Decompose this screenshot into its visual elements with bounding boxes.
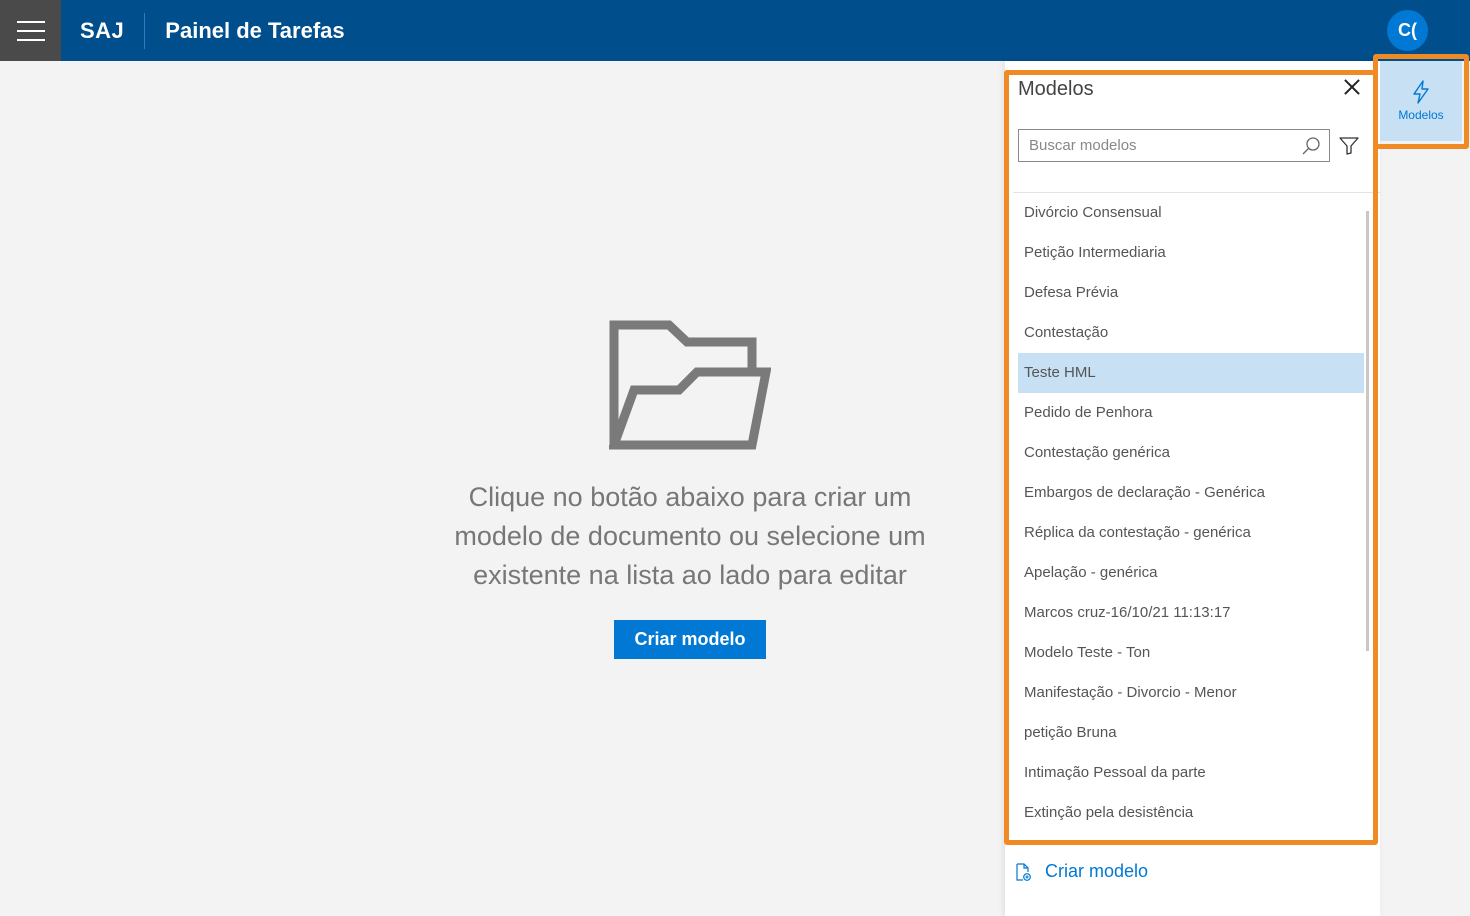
models-panel: Modelos Divórcio ConsensualPetição Inter… <box>1005 61 1380 916</box>
new-document-icon <box>1016 862 1031 881</box>
search-box <box>1018 129 1330 162</box>
create-model-link-label: Criar modelo <box>1045 861 1149 881</box>
model-list-item[interactable]: Modelo Teste - Ton <box>1018 633 1364 673</box>
model-list-item[interactable]: Manifestação - Divorcio - Menor <box>1018 673 1364 713</box>
model-list-item[interactable]: Réplica da contestação - genérica <box>1018 513 1364 553</box>
rail-models-label: Modelos <box>1398 108 1444 122</box>
panel-title: Modelos <box>1018 78 1094 100</box>
app-header: SAJ Painel de Tarefas C( <box>0 0 1470 61</box>
model-list-item[interactable]: Defesa Prévia <box>1018 273 1364 313</box>
model-list-item[interactable]: Divórcio Consensual <box>1018 193 1364 233</box>
scrollbar[interactable] <box>1364 193 1372 838</box>
model-list-item[interactable]: petição Bruna <box>1018 713 1364 753</box>
user-avatar[interactable]: C( <box>1387 10 1428 51</box>
search-input[interactable] <box>1019 130 1299 161</box>
close-icon[interactable] <box>1342 77 1362 97</box>
create-model-link[interactable]: Criar modelo <box>1015 861 1148 882</box>
empty-state: Clique no botão abaixo para criar um mod… <box>400 320 980 659</box>
model-list-item[interactable]: Intimação Pessoal da parte <box>1018 753 1364 793</box>
model-list-item[interactable]: Extinção pela desistência <box>1018 793 1364 833</box>
rail-models-button[interactable]: Modelos <box>1380 61 1462 141</box>
hamburger-menu-button[interactable] <box>0 0 61 61</box>
page-title: Painel de Tarefas <box>165 17 345 43</box>
filter-icon[interactable] <box>1339 137 1359 155</box>
search-icon[interactable] <box>1301 136 1321 156</box>
scrollbar-thumb[interactable] <box>1366 211 1369 651</box>
lightning-icon <box>1413 80 1429 104</box>
model-list-item[interactable]: Marcos cruz-16/10/21 11:13:17 <box>1018 593 1364 633</box>
brand-name: SAJ <box>80 17 125 43</box>
create-model-button[interactable]: Criar modelo <box>614 620 766 659</box>
header-divider <box>144 12 146 49</box>
model-list-item[interactable]: Contestação <box>1018 313 1364 353</box>
model-list-item[interactable]: Petição Intermediaria <box>1018 233 1364 273</box>
folder-open-icon <box>609 320 771 450</box>
model-list-item[interactable]: Embargos de declaração - Genérica <box>1018 473 1364 513</box>
model-list-item[interactable]: Apelação - genérica <box>1018 553 1364 593</box>
model-list-item[interactable]: Pedido de Penhora <box>1018 393 1364 433</box>
hamburger-icon <box>16 20 45 41</box>
models-list: Divórcio Consensual Petição Intermediaria… <box>1018 193 1364 838</box>
model-list-item[interactable]: Contestação genérica <box>1018 433 1364 473</box>
empty-state-message: Clique no botão abaixo para criar um mod… <box>454 482 926 590</box>
model-list-item[interactable]: Teste HML <box>1018 353 1364 393</box>
